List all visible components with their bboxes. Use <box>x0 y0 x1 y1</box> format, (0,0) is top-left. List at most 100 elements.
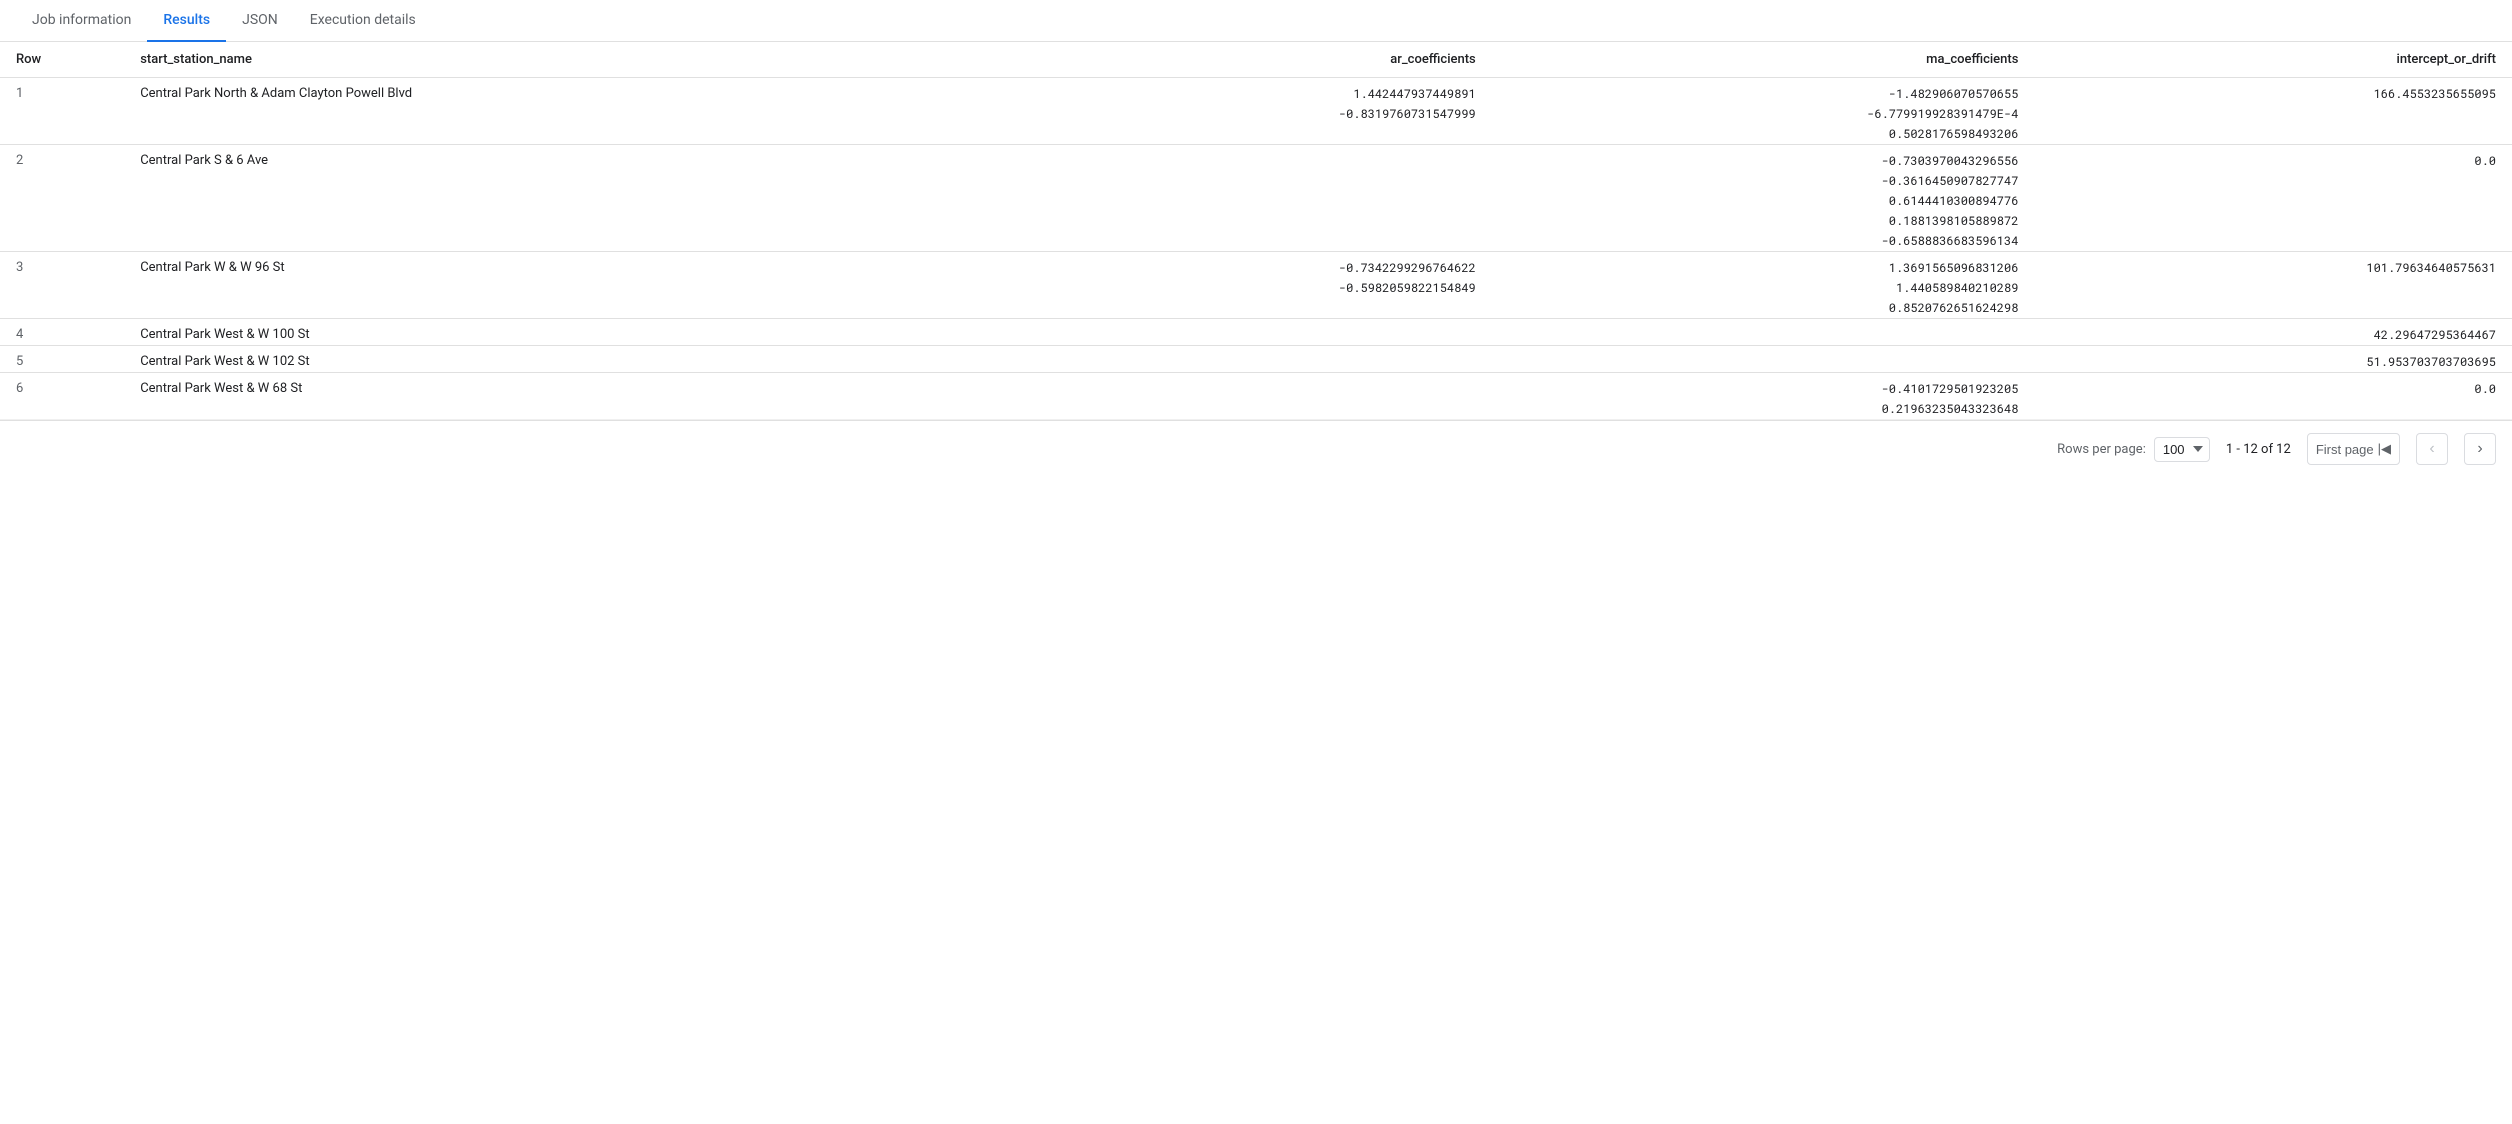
cell-row-num <box>0 191 124 211</box>
cell-intercept <box>2034 211 2512 231</box>
cell-ma <box>1492 346 2035 373</box>
next-page-button[interactable]: › <box>2464 433 2496 465</box>
cell-ma: 0.5028176598493206 <box>1492 124 2035 145</box>
cell-station-name: Central Park North & Adam Clayton Powell… <box>124 78 949 105</box>
cell-ar <box>949 298 1492 319</box>
cell-station-name: Central Park S & 6 Ave <box>124 145 949 172</box>
cell-ar <box>949 191 1492 211</box>
table-row: 5Central Park West & W 102 St 51.95370370… <box>0 346 2512 373</box>
table-row: 1Central Park North & Adam Clayton Powel… <box>0 78 2512 105</box>
cell-station-name: Central Park West & W 102 St <box>124 346 949 373</box>
cell-intercept: 42.29647295364467 <box>2034 319 2512 346</box>
cell-ar <box>949 171 1492 191</box>
cell-station-name <box>124 278 949 298</box>
cell-station-name <box>124 211 949 231</box>
cell-ma: -0.4101729501923205 <box>1492 373 2035 400</box>
cell-ma: 1.440589840210289 <box>1492 278 2035 298</box>
prev-icon: ‹ <box>2429 440 2434 458</box>
cell-station-name <box>124 191 949 211</box>
cell-intercept <box>2034 278 2512 298</box>
table-row: 0.8520762651624298 <box>0 298 2512 319</box>
col-intercept: intercept_or_drift <box>2034 42 2512 78</box>
cell-ma: 0.6144410300894776 <box>1492 191 2035 211</box>
cell-row-num <box>0 171 124 191</box>
cell-intercept <box>2034 231 2512 252</box>
cell-ma: -0.3616450907827747 <box>1492 171 2035 191</box>
col-ar: ar_coefficients <box>949 42 1492 78</box>
cell-ar <box>949 346 1492 373</box>
cell-station-name: Central Park West & W 100 St <box>124 319 949 346</box>
table-row: 4Central Park West & W 100 St 42.29647295… <box>0 319 2512 346</box>
rows-per-page-select[interactable]: 100 50 25 <box>2154 437 2210 462</box>
table-row: 0.1881398105889872 <box>0 211 2512 231</box>
cell-row-num <box>0 124 124 145</box>
tab-job-information[interactable]: Job information <box>16 0 147 42</box>
rows-per-page-control: Rows per page: 100 50 25 <box>2057 437 2210 462</box>
tab-execution-details[interactable]: Execution details <box>294 0 432 42</box>
cell-row-num <box>0 231 124 252</box>
cell-ar <box>949 373 1492 400</box>
table-row: 0.6144410300894776 <box>0 191 2512 211</box>
cell-ma: 0.8520762651624298 <box>1492 298 2035 319</box>
cell-station-name <box>124 298 949 319</box>
cell-ma <box>1492 319 2035 346</box>
results-table: Row start_station_name ar_coefficients m… <box>0 42 2512 420</box>
table-row: -0.3616450907827747 <box>0 171 2512 191</box>
cell-ma: 0.21963235043323648 <box>1492 399 2035 420</box>
cell-ma: 1.3691565096831206 <box>1492 252 2035 279</box>
cell-ar <box>949 319 1492 346</box>
cell-intercept <box>2034 191 2512 211</box>
pagination-info: 1 - 12 of 12 <box>2226 442 2291 457</box>
cell-station-name: Central Park W & W 96 St <box>124 252 949 279</box>
cell-station-name <box>124 399 949 420</box>
table-footer: Rows per page: 100 50 25 1 - 12 of 12 Fi… <box>0 420 2512 477</box>
cell-ar <box>949 231 1492 252</box>
col-row: Row <box>0 42 124 78</box>
tab-results[interactable]: Results <box>147 0 226 42</box>
prev-page-button[interactable]: ‹ <box>2416 433 2448 465</box>
next-icon: › <box>2477 440 2482 458</box>
cell-intercept <box>2034 298 2512 319</box>
first-page-icon: |◀ <box>2378 441 2391 457</box>
cell-row-num: 2 <box>0 145 124 172</box>
cell-station-name <box>124 124 949 145</box>
cell-row-num: 1 <box>0 78 124 105</box>
table-row: 2Central Park S & 6 Ave -0.73039700432965… <box>0 145 2512 172</box>
cell-ma: -0.6588836683596134 <box>1492 231 2035 252</box>
cell-ar: -0.8319760731547999 <box>949 104 1492 124</box>
cell-ma: 0.1881398105889872 <box>1492 211 2035 231</box>
tab-bar: Job information Results JSON Execution d… <box>0 0 2512 42</box>
cell-ar <box>949 145 1492 172</box>
cell-row-num: 4 <box>0 319 124 346</box>
cell-intercept <box>2034 399 2512 420</box>
cell-station-name <box>124 104 949 124</box>
cell-ar: -0.5982059822154849 <box>949 278 1492 298</box>
table-row: 6Central Park West & W 68 St-0.410172950… <box>0 373 2512 400</box>
cell-ar: 1.442447937449891 <box>949 78 1492 105</box>
cell-row-num: 5 <box>0 346 124 373</box>
cell-station-name <box>124 231 949 252</box>
table-row: 3Central Park W & W 96 St-0.734229929676… <box>0 252 2512 279</box>
cell-ma: -1.482906070570655 <box>1492 78 2035 105</box>
cell-row-num: 6 <box>0 373 124 400</box>
results-table-container: Row start_station_name ar_coefficients m… <box>0 42 2512 420</box>
cell-intercept: 0.0 <box>2034 145 2512 172</box>
table-row: 0.21963235043323648 <box>0 399 2512 420</box>
cell-row-num <box>0 104 124 124</box>
cell-intercept: 51.953703703703695 <box>2034 346 2512 373</box>
first-page-button[interactable]: First page |◀ <box>2307 433 2400 465</box>
cell-ma: -0.7303970043296556 <box>1492 145 2035 172</box>
cell-ar: -0.7342299296764622 <box>949 252 1492 279</box>
cell-intercept <box>2034 124 2512 145</box>
cell-station-name <box>124 171 949 191</box>
cell-intercept: 101.79634640575631 <box>2034 252 2512 279</box>
cell-ar <box>949 124 1492 145</box>
cell-row-num <box>0 298 124 319</box>
cell-intercept: 166.4553235655095 <box>2034 78 2512 105</box>
tab-json[interactable]: JSON <box>226 0 294 42</box>
cell-ar <box>949 211 1492 231</box>
table-row: -0.59820598221548491.440589840210289 <box>0 278 2512 298</box>
cell-ma: -6.779919928391479E-4 <box>1492 104 2035 124</box>
first-page-label: First page <box>2316 442 2374 457</box>
cell-row-num: 3 <box>0 252 124 279</box>
